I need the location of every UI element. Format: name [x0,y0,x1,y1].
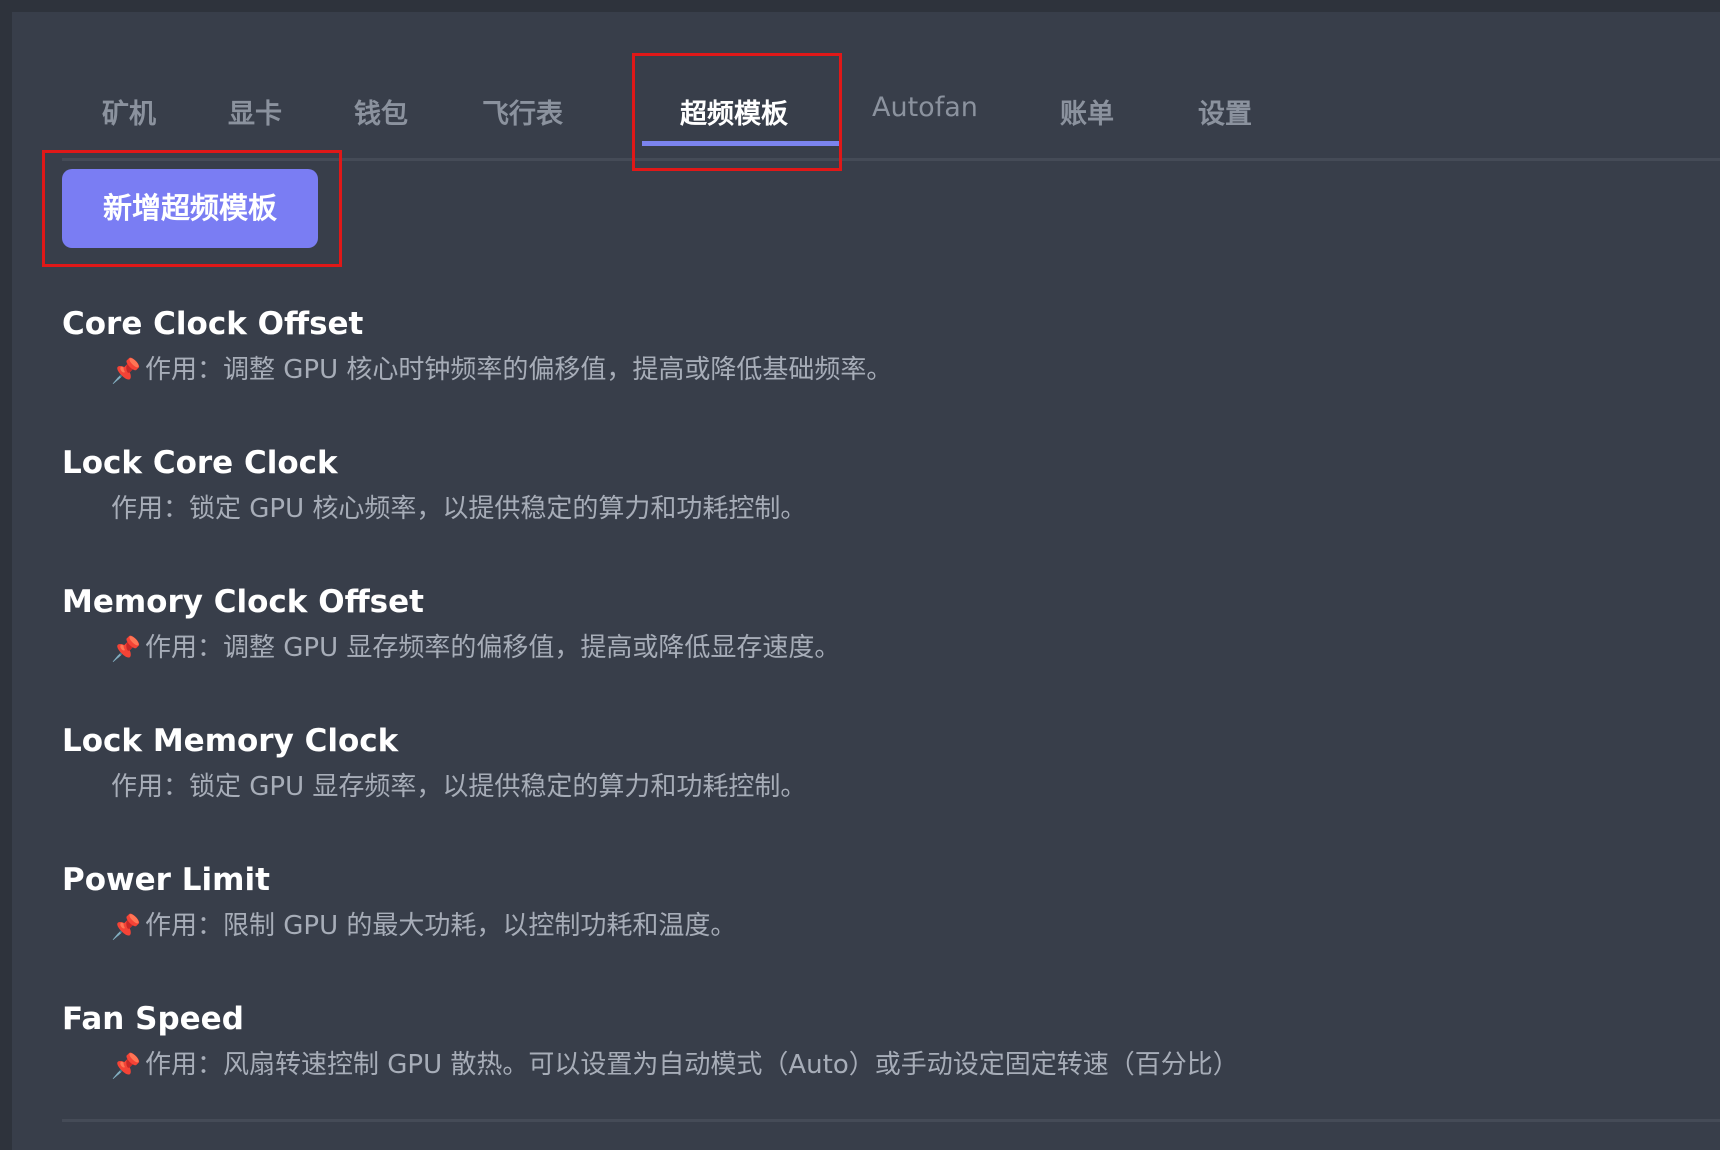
param-title: Lock Memory Clock [62,723,399,759]
param-description-text: 作用：限制 GPU 的最大功耗，以控制功耗和温度。 [145,911,737,941]
tab-flight-sheets[interactable]: 飞行表 [482,92,563,131]
tab-miners[interactable]: 矿机 [102,92,156,131]
param-title: Power Limit [62,862,270,898]
param-description-text: 作用：锁定 GPU 核心频率，以提供稳定的算力和功耗控制。 [111,494,807,524]
param-title: Memory Clock Offset [62,584,424,620]
list-item: Power Limit 📌 作用：限制 GPU 的最大功耗，以控制功耗和温度。 [62,858,1662,997]
param-description-text: 作用：调整 GPU 核心时钟频率的偏移值，提高或降低基础频率。 [145,355,893,385]
pushpin-icon: 📌 [111,912,141,941]
add-oc-template-button[interactable]: 新增超频模板 [62,169,318,248]
param-title: Lock Core Clock [62,445,338,481]
param-description: 📌 作用：调整 GPU 核心时钟频率的偏移值，提高或降低基础频率。 [62,350,1662,391]
pushpin-icon: 📌 [111,356,141,385]
app-window: 矿机 显卡 钱包 飞行表 超频模板 Autofan 账单 设置 新增超频模板 C… [12,12,1720,1150]
pushpin-icon: 📌 [111,1051,141,1080]
tab-oc-templates[interactable]: 超频模板 [680,92,788,131]
param-description-text: 作用：调整 GPU 显存频率的偏移值，提高或降低显存速度。 [145,633,841,663]
param-title: Fan Speed [62,1001,244,1037]
tab-billing[interactable]: 账单 [1060,92,1114,131]
tab-bar: 矿机 显卡 钱包 飞行表 超频模板 Autofan 账单 设置 [62,12,1720,161]
list-item: Lock Memory Clock 作用：锁定 GPU 显存频率，以提供稳定的算… [62,719,1662,858]
list-item: Memory Clock Offset 📌 作用：调整 GPU 显存频率的偏移值，… [62,580,1662,719]
param-description: 作用：锁定 GPU 核心频率，以提供稳定的算力和功耗控制。 [62,489,1662,529]
active-tab-indicator [642,141,842,146]
divider [62,1119,1720,1122]
tab-gpus[interactable]: 显卡 [228,92,282,131]
param-description-text: 作用：风扇转速控制 GPU 散热。可以设置为自动模式（Auto）或手动设定固定转… [145,1050,1239,1080]
list-item: Fan Speed 📌 作用：风扇转速控制 GPU 散热。可以设置为自动模式（Au… [62,997,1662,1136]
tab-wallets[interactable]: 钱包 [354,92,408,131]
param-description: 📌 作用：调整 GPU 显存频率的偏移值，提高或降低显存速度。 [62,628,1662,669]
tab-autofan[interactable]: Autofan [872,92,978,123]
param-description: 📌 作用：风扇转速控制 GPU 散热。可以设置为自动模式（Auto）或手动设定固定… [62,1045,1662,1086]
param-description-text: 作用：锁定 GPU 显存频率，以提供稳定的算力和功耗控制。 [111,772,807,802]
param-description: 📌 作用：限制 GPU 的最大功耗，以控制功耗和温度。 [62,906,1662,947]
param-title: Core Clock Offset [62,306,364,342]
param-description: 作用：锁定 GPU 显存频率，以提供稳定的算力和功耗控制。 [62,767,1662,807]
list-item: Lock Core Clock 作用：锁定 GPU 核心频率，以提供稳定的算力和… [62,441,1662,580]
list-item: Core Clock Offset 📌 作用：调整 GPU 核心时钟频率的偏移值，… [62,302,1662,441]
pushpin-icon: 📌 [111,634,141,663]
oc-parameter-list: Core Clock Offset 📌 作用：调整 GPU 核心时钟频率的偏移值，… [62,302,1662,1136]
tab-settings[interactable]: 设置 [1198,92,1252,131]
